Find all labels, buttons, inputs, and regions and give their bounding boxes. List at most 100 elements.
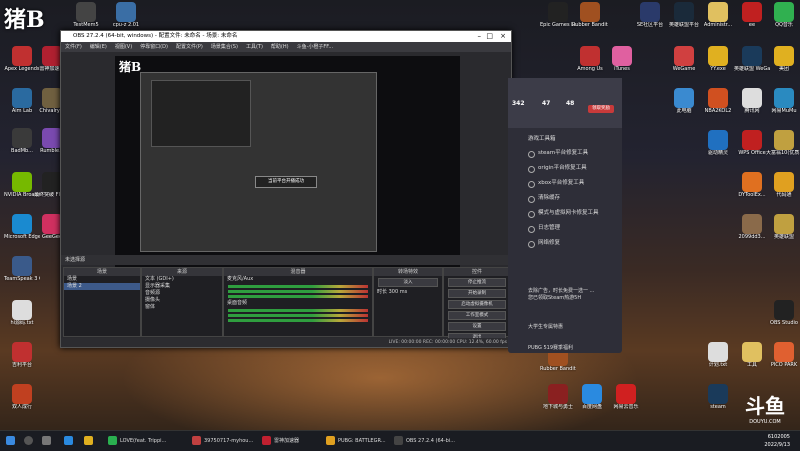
desktop-left-icon-1[interactable]: cpu-z 2.01 — [108, 2, 144, 28]
desktop-right-icon-32[interactable]: 网易云音乐 — [608, 384, 644, 410]
taskbar-app-label: 雷神加速器 — [274, 438, 300, 444]
tool-item[interactable]: 日志管理 — [508, 221, 622, 236]
promo-text-2[interactable]: 大学生专属特惠 — [528, 324, 563, 331]
desktop-right-icon-3[interactable]: 英雄联盟平台 — [666, 2, 702, 28]
list-item[interactable]: 场景 — [64, 276, 140, 283]
desktop-right-icon-26[interactable]: 工具 — [734, 342, 770, 368]
taskbar-app-button[interactable]: LOVE(feat. Trippi... — [108, 434, 166, 448]
start-icon[interactable] — [6, 434, 18, 448]
app-icon — [742, 46, 762, 66]
close-icon[interactable]: × — [500, 31, 506, 42]
list-item[interactable]: 显示器采集 — [142, 283, 222, 290]
desktop-right-icon-25[interactable]: 计划.txt — [700, 342, 736, 368]
taskbar-app-button[interactable]: PUBG: BATTLEGR... — [326, 434, 386, 448]
menu-item[interactable]: 配置文件(P) — [176, 42, 203, 52]
tool-item[interactable]: 模式与虚拟网卡修复工具 — [508, 206, 622, 221]
volume-meter[interactable] — [228, 319, 368, 322]
desktop-left-icon-13[interactable]: hi源码.txt — [4, 300, 40, 326]
desktop-right-icon-5[interactable]: ee — [734, 2, 770, 28]
desktop-right-icon-8[interactable]: iTunes — [604, 46, 640, 72]
taskbar-app-button[interactable]: OBS 27.2.4 (64-bi... — [394, 434, 455, 448]
task-view-icon[interactable] — [42, 434, 54, 448]
volume-meter[interactable] — [228, 285, 368, 288]
menu-item[interactable]: 斗鱼-小橙子FF... — [297, 42, 334, 52]
desktop-right-icon-24[interactable]: OBS Studio — [766, 300, 800, 326]
menu-item[interactable]: 场景集合(S) — [211, 42, 238, 52]
control-button[interactable]: 停止推流 — [448, 278, 506, 287]
desktop-right-icon-21[interactable]: 代码通 — [766, 172, 800, 198]
menu-item[interactable]: 编辑(E) — [90, 42, 107, 52]
obs-preview-canvas[interactable]: 猪B 当前平台开播成功 — [115, 56, 460, 274]
transition-type-select[interactable]: 淡入 — [378, 278, 438, 287]
desktop-right-icon-31[interactable]: 百度网盘 — [574, 384, 610, 410]
desktop-right-icon-10[interactable]: YY.exe — [700, 46, 736, 72]
promo-text-3[interactable]: PUBG 519赛季福利 — [528, 344, 573, 351]
list-item[interactable]: 场景 2 — [64, 283, 140, 290]
clock[interactable]: 6102005 2022/9/13 — [764, 433, 790, 449]
duration-input[interactable]: 300 ms — [389, 289, 408, 295]
promo-text-1[interactable]: 去除广告，时长免费一选一 ... 您已领取Steam热游5H — [528, 288, 594, 302]
tool-item[interactable]: xbox平台修复工具 — [508, 176, 622, 191]
menu-item[interactable]: 帮助(H) — [271, 42, 289, 52]
control-button[interactable]: 启动虚拟摄像机 — [448, 300, 506, 309]
desktop-right-icon-23[interactable]: 英雄联盟 — [766, 214, 800, 240]
taskbar-app-button[interactable] — [84, 434, 96, 448]
list-item[interactable]: 摄像头 — [142, 297, 222, 304]
desktop-right-icon-22[interactable]: 2099dd3... — [734, 214, 770, 240]
taskbar-app-label: 39750717-myhou... — [204, 438, 254, 444]
taskbar-app-button[interactable]: 39750717-myhou... — [192, 434, 253, 448]
desktop-right-icon-17[interactable]: 驱动精灵 — [700, 130, 736, 156]
volume-meter[interactable] — [228, 290, 368, 293]
desktop-right-icon-1[interactable]: Rubber Bandits — [572, 2, 608, 28]
menu-item[interactable]: 文件(F) — [65, 42, 82, 52]
menu-item[interactable]: 工具(T) — [246, 42, 263, 52]
tool-item[interactable]: steam平台修复工具 — [508, 146, 622, 161]
source-status-label: 未选择源 — [61, 255, 515, 265]
control-button[interactable]: 设置 — [448, 322, 506, 331]
desktop-left-icon-15[interactable]: 双人成行 — [4, 384, 40, 410]
control-button[interactable]: 工作室模式 — [448, 311, 506, 320]
desktop-right-icon-0[interactable]: Epic Games Launcher — [540, 2, 576, 28]
desktop-right-icon-6[interactable]: QQ音乐 — [766, 2, 800, 28]
desktop-right-icon-30[interactable]: 地下城与勇士 — [540, 384, 576, 410]
menu-item[interactable]: 视图(V) — [115, 42, 132, 52]
desktop-right-icon-18[interactable]: WPS Office — [734, 130, 770, 156]
menu-item[interactable]: 停靠窗口(D) — [140, 42, 168, 52]
taskbar-app-button[interactable]: 雷神加速器 — [262, 434, 299, 448]
desktop-right-icon-27[interactable]: PICO PARK — [766, 342, 800, 368]
list-item[interactable]: 文本 (GDI+) — [142, 276, 222, 283]
desktop-right-icon-28[interactable]: steam — [700, 384, 736, 410]
tool-item[interactable]: origin平台修复工具 — [508, 161, 622, 176]
list-item[interactable]: 窗体 — [142, 304, 222, 311]
desktop-right-icon-20[interactable]: DYToolEx... — [734, 172, 770, 198]
desktop-right-icon-19[interactable]: 大富翁10(优质..) — [766, 130, 800, 156]
volume-meter[interactable] — [228, 309, 368, 312]
desktop-right-icon-12[interactable]: 美团 — [766, 46, 800, 72]
obs-window[interactable]: OBS 27.2.4 (64-bit, windows) - 配置文件: 未命名… — [60, 30, 515, 348]
desktop-right-icon-4[interactable]: Administr... — [700, 2, 736, 28]
desktop-left-icon-0[interactable]: TestMem5 — [68, 2, 104, 28]
obs-title-bar[interactable]: OBS 27.2.4 (64-bit, windows) - 配置文件: 未命名… — [61, 31, 511, 42]
desktop-right-icon-14[interactable]: NBA2KOL2 — [700, 88, 736, 114]
desktop-right-icon-11[interactable]: 英雄联盟 WeGame版 — [734, 46, 770, 72]
maximize-icon[interactable]: □ — [486, 31, 493, 42]
desktop-left-icon-14[interactable]: 吉利平台 — [4, 342, 40, 368]
desktop-right-icon-7[interactable]: Among Us — [572, 46, 608, 72]
claim-reward-button[interactable]: 领取奖励 — [588, 105, 614, 113]
volume-meter[interactable] — [228, 314, 368, 317]
desktop-right-icon-13[interactable]: 此电脑 — [666, 88, 702, 114]
desktop-left-icon-12[interactable]: TeamSpeak 3 Client — [4, 256, 40, 282]
search-icon[interactable] — [24, 434, 36, 448]
desktop-right-icon-9[interactable]: WeGame — [666, 46, 702, 72]
desktop-right-icon-15[interactable]: 腾讯网 — [734, 88, 770, 114]
desktop-right-icon-2[interactable]: SE社区平台 — [632, 2, 668, 28]
tool-item[interactable]: 清除缓存 — [508, 191, 622, 206]
volume-meter[interactable] — [228, 295, 368, 298]
list-item[interactable]: 音频源 — [142, 290, 222, 297]
app-icon — [774, 214, 794, 234]
control-button[interactable]: 开始录制 — [448, 289, 506, 298]
taskbar-app-button[interactable] — [64, 434, 76, 448]
desktop-right-icon-16[interactable]: 网易MuMu — [766, 88, 800, 114]
minimize-icon[interactable]: – — [478, 31, 482, 42]
tool-item[interactable]: 网络修复 — [508, 236, 622, 251]
